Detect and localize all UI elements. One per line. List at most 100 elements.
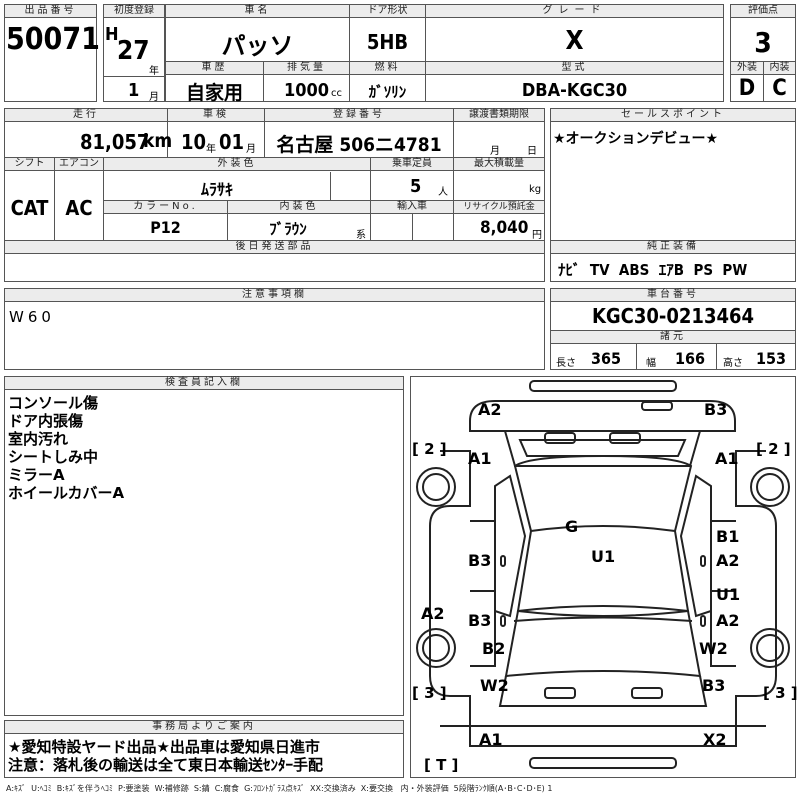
load-label: 最大積載量 <box>454 158 544 171</box>
car-diagram <box>416 380 790 769</box>
capacity-unit: 人 <box>438 187 448 198</box>
car-name-label: 車名 <box>166 5 349 18</box>
damage-mark: A1 <box>715 449 739 468</box>
interior-color-unit: 系 <box>356 230 366 241</box>
damage-mark: U1 <box>591 547 616 566</box>
recycle-label: リサイクル預託金 <box>454 201 544 214</box>
office-label: 事務局よりご案内 <box>5 721 403 734</box>
width: 166 <box>675 349 706 368</box>
sales-label: セールスポイント <box>551 109 795 122</box>
reg-label: 登録番号 <box>265 109 453 122</box>
lot-label: 出品番号 <box>5 5 96 18</box>
model: DBA-KGC30 <box>521 80 628 101</box>
displacement-label: 排気量 <box>264 62 349 75</box>
chassis-number: KGC30-0213464 <box>591 304 755 328</box>
spec-label: 諸元 <box>551 331 795 344</box>
damage-mark: B3 <box>468 611 492 630</box>
lot-number: 50071 <box>6 22 100 57</box>
car-name: パッソ <box>221 32 294 60</box>
note-line: シートしみ中 <box>8 448 99 466</box>
color-label: 外装色 <box>104 158 370 171</box>
inspector-notes: コンソール傷 ドア内張傷 室内汚れ シートしみ中 ミラーA ホイールカバーA <box>8 394 124 502</box>
shift: CAT <box>10 196 49 220</box>
first-reg-label: 初度登録 <box>104 5 164 18</box>
door-label: ドア形状 <box>350 5 425 18</box>
fuel: ｶﾞｿﾘﾝ <box>368 83 407 101</box>
recycle-fee: 8,040 <box>480 218 529 238</box>
damage-mark: A2 <box>716 611 740 630</box>
damage-mark: W2 <box>480 676 509 695</box>
colorno-label: カラーNo. <box>104 201 227 214</box>
damage-mark: G <box>565 517 579 536</box>
damage-mark: B3 <box>704 400 728 419</box>
equipment-label: 純正装備 <box>551 241 795 254</box>
interior-color: ﾌﾞﾗｳﾝ <box>269 220 307 238</box>
displacement-unit: cc <box>331 88 342 99</box>
bracket-label: [ 3 ] <box>412 684 447 702</box>
height: 153 <box>756 349 787 368</box>
transfer-day: 日 <box>527 146 537 157</box>
history: 自家用 <box>185 82 243 104</box>
height-label: 高さ <box>723 358 743 369</box>
registration-number: 名古屋 506ニ4781 <box>276 134 442 156</box>
year: 27 <box>117 36 150 66</box>
office-line-1: ★愛知特設ヤード出品★出品車は愛知県日進市 <box>8 738 320 756</box>
chassis-label: 車台番号 <box>551 289 795 302</box>
grade-label: グレード <box>426 5 723 18</box>
inspector-label: 検査員記入欄 <box>5 377 403 390</box>
year-unit: 年 <box>149 66 159 77</box>
ac: AC <box>65 196 93 220</box>
later-parts-label: 後日発送部品 <box>5 241 544 254</box>
capacity: 5 <box>410 176 422 197</box>
damage-mark: B1 <box>716 527 740 546</box>
damage-mark: B2 <box>482 639 506 658</box>
door-type: 5HB <box>366 30 409 54</box>
width-label: 幅 <box>646 358 656 369</box>
length: 365 <box>591 349 622 368</box>
month: 1 <box>128 80 140 101</box>
note-line: ホイールカバーA <box>8 484 125 502</box>
int-label: 内装 <box>764 62 795 75</box>
grade: X <box>565 26 584 56</box>
bracket-label: [ 2 ] <box>756 440 791 458</box>
exterior-color: ﾑﾗｻｷ <box>200 180 233 199</box>
history-label: 車歴 <box>166 62 263 75</box>
damage-mark: A2 <box>478 400 502 419</box>
inspection-year: 10 <box>181 130 207 154</box>
length-label: 長さ <box>556 358 576 369</box>
bracket-label: [ T ] <box>424 756 459 774</box>
damage-mark: A2 <box>716 551 740 570</box>
inspection-label: 車検 <box>168 109 264 122</box>
damage-mark: A1 <box>479 730 503 749</box>
mileage-unit: km <box>143 130 173 152</box>
recycle-unit: 円 <box>532 230 542 241</box>
note-line: コンソール傷 <box>8 394 99 412</box>
transfer-month: 月 <box>490 146 500 157</box>
note-line: 室内汚れ <box>8 430 69 448</box>
inspection-month: 01 <box>219 130 245 154</box>
note-line: ドア内張傷 <box>8 412 84 430</box>
equipment-text: ﾅﾋﾞ TV ABS ｴｱB PS PW <box>558 261 748 279</box>
damage-mark: B3 <box>702 676 726 695</box>
damage-mark: U1 <box>716 585 741 604</box>
ext-label: 外装 <box>731 62 763 75</box>
load-unit: kg <box>529 184 542 195</box>
month-unit: 月 <box>149 92 159 103</box>
transfer-label: 譲渡書類期限 <box>454 109 544 122</box>
shift-label: シフト <box>5 158 54 171</box>
displacement: 1000 <box>284 80 330 101</box>
score-label: 評価点 <box>731 5 795 18</box>
intcolor-label: 内装色 <box>228 201 370 214</box>
mileage: 81,057 <box>80 130 150 154</box>
mileage-label: 走行 <box>5 109 167 122</box>
inspection-year-unit: 年 <box>206 144 216 155</box>
bracket-label: [ 3 ] <box>763 684 798 702</box>
bracket-label: [ 2 ] <box>412 440 447 458</box>
sales-text: ★オークションデビュー★ <box>553 131 719 147</box>
import-label: 輸入車 <box>371 201 453 214</box>
damage-mark: W2 <box>699 639 728 658</box>
score: 3 <box>754 26 772 59</box>
inspection-month-unit: 月 <box>246 144 256 155</box>
ac-label: エアコン <box>55 158 103 171</box>
ext-grade: D <box>738 76 756 101</box>
